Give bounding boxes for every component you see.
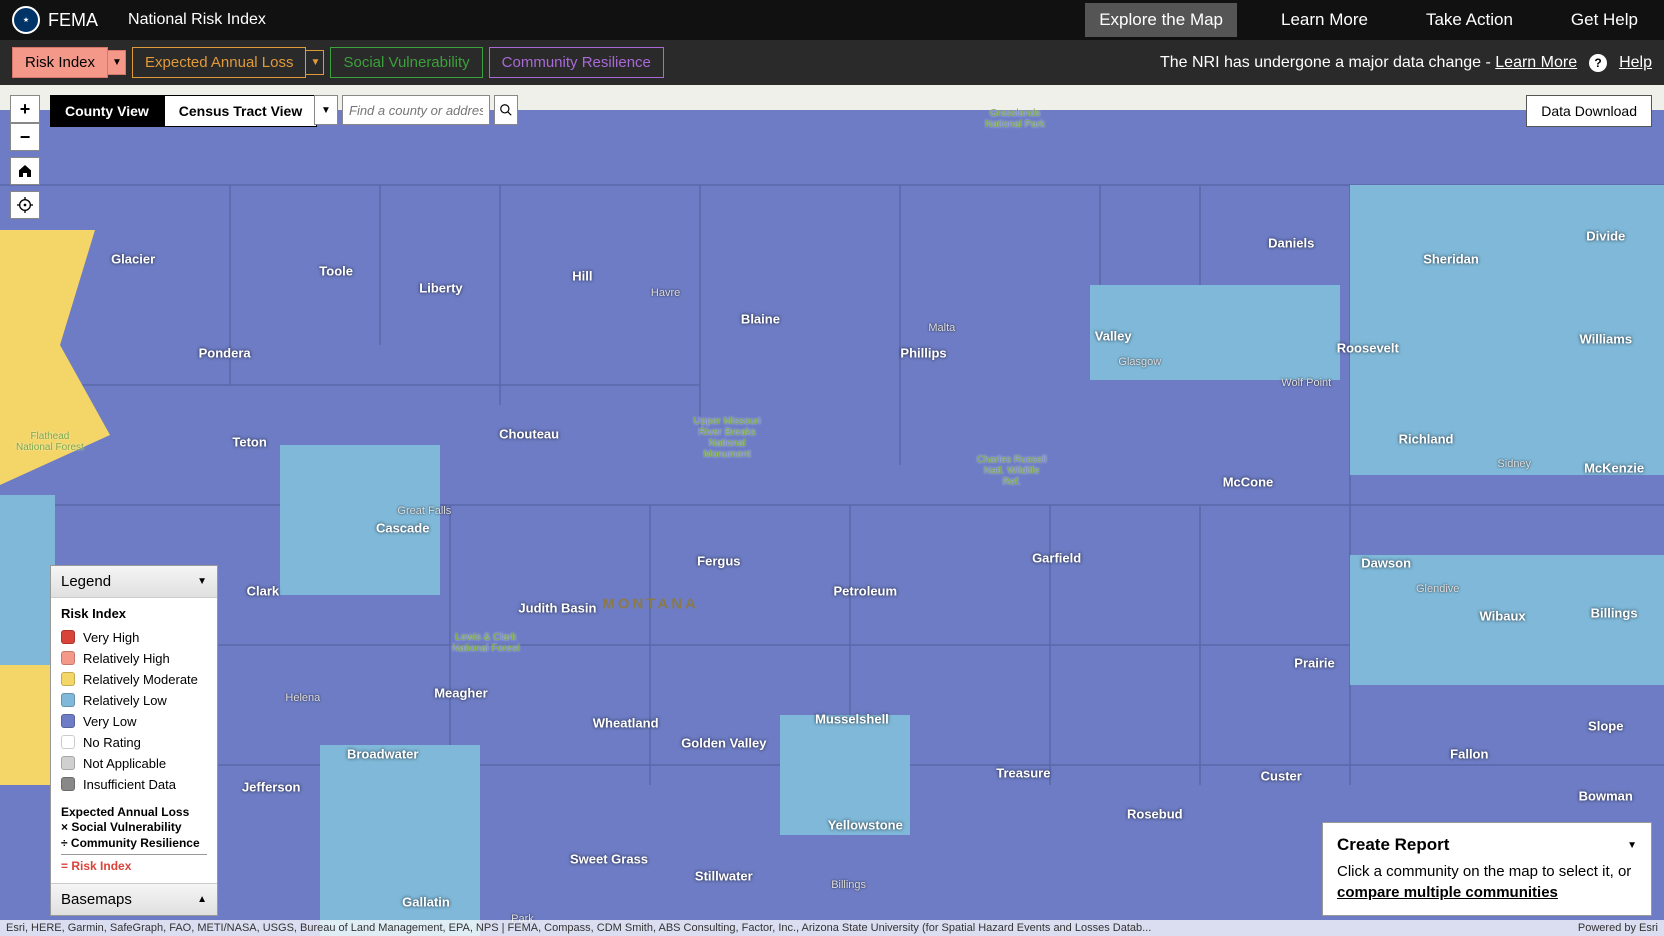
create-report-panel: Create Report ▼ Click a community on the…: [1322, 822, 1652, 916]
fema-logo[interactable]: ★ FEMA: [12, 6, 98, 34]
view-toggle: County View Census Tract View: [50, 95, 317, 127]
chevron-up-icon: ▲: [197, 894, 207, 905]
legend-item-label: Relatively High: [83, 651, 170, 666]
search-group: ▼: [314, 95, 518, 125]
legend-item-label: Very Low: [83, 714, 136, 729]
compare-communities-link[interactable]: compare multiple communities: [1337, 884, 1558, 901]
report-body: Click a community on the map to select i…: [1337, 861, 1637, 903]
help-icon[interactable]: ?: [1589, 54, 1607, 72]
legend-swatch: [61, 651, 75, 665]
legend-panel: Legend ▼ Risk Index Very High Relatively …: [50, 565, 218, 916]
notice-link[interactable]: Learn More: [1495, 54, 1577, 71]
legend-toggle[interactable]: Legend ▼: [51, 566, 217, 598]
search-type-dropdown[interactable]: ▼: [314, 95, 338, 125]
legend-swatch: [61, 714, 75, 728]
legend-title: Legend: [61, 573, 111, 590]
notice-text: The NRI has undergone a major data chang…: [1160, 54, 1577, 72]
legend-swatch: [61, 630, 75, 644]
layer-eal[interactable]: Expected Annual Loss: [132, 47, 306, 78]
legend-formula: Expected Annual Loss × Social Vulnerabil…: [61, 805, 207, 875]
legend-item-label: Very High: [83, 630, 139, 645]
report-title: Create Report: [1337, 835, 1449, 855]
legend-swatch: [61, 756, 75, 770]
chevron-down-icon[interactable]: ▼: [1627, 840, 1637, 851]
data-download-button[interactable]: Data Download: [1526, 95, 1652, 127]
legend-swatch: [61, 672, 75, 686]
census-tract-view-button[interactable]: Census Tract View: [164, 95, 317, 127]
map-choropleth: [0, 85, 1664, 936]
legend-swatch: [61, 693, 75, 707]
legend-swatch: [61, 777, 75, 791]
nav-help[interactable]: Get Help: [1557, 3, 1652, 37]
county-view-button[interactable]: County View: [50, 95, 164, 127]
legend-item: Very Low: [61, 711, 207, 732]
legend-item: Insufficient Data: [61, 774, 207, 795]
legend-item: Relatively Moderate: [61, 669, 207, 690]
locate-button[interactable]: [10, 191, 40, 219]
legend-item-label: Relatively Moderate: [83, 672, 198, 687]
legend-section-title: Risk Index: [61, 606, 207, 621]
legend-item: Very High: [61, 627, 207, 648]
basemaps-label: Basemaps: [61, 891, 132, 908]
subheader: Risk Index ▼ Expected Annual Loss ▼ Soci…: [0, 40, 1664, 85]
search-input[interactable]: [342, 95, 490, 125]
app-title: National Risk Index: [128, 11, 266, 29]
layer-eal-caret[interactable]: ▼: [306, 50, 324, 75]
legend-item-label: No Rating: [83, 735, 141, 750]
legend-item: Not Applicable: [61, 753, 207, 774]
legend-item-label: Relatively Low: [83, 693, 167, 708]
legend-item-label: Insufficient Data: [83, 777, 176, 792]
nav-learn[interactable]: Learn More: [1267, 3, 1382, 37]
layer-community-resilience[interactable]: Community Resilience: [489, 47, 664, 78]
search-button[interactable]: [494, 95, 518, 125]
fema-seal-icon: ★: [12, 6, 40, 34]
legend-item: Relatively Low: [61, 690, 207, 711]
layer-risk-caret[interactable]: ▼: [108, 50, 126, 75]
zoom-in-button[interactable]: +: [10, 95, 40, 123]
main-header: ★ FEMA National Risk Index Explore the M…: [0, 0, 1664, 40]
nav-action[interactable]: Take Action: [1412, 3, 1527, 37]
legend-item: Relatively High: [61, 648, 207, 669]
layer-risk-index[interactable]: Risk Index: [12, 47, 108, 78]
nav-explore[interactable]: Explore the Map: [1085, 3, 1237, 37]
home-extent-button[interactable]: [10, 157, 40, 185]
basemaps-toggle[interactable]: Basemaps ▲: [51, 883, 217, 915]
header-nav: Explore the Map Learn More Take Action G…: [1085, 3, 1652, 37]
legend-item: No Rating: [61, 732, 207, 753]
fema-text: FEMA: [48, 10, 98, 31]
layer-social-vulnerability[interactable]: Social Vulnerability: [330, 47, 482, 78]
help-link[interactable]: Help: [1619, 54, 1652, 72]
legend-item-label: Not Applicable: [83, 756, 166, 771]
attribution-sources: Esri, HERE, Garmin, SafeGraph, FAO, METI…: [6, 922, 1151, 934]
attribution-esri[interactable]: Powered by Esri: [1578, 922, 1658, 934]
zoom-controls: + −: [10, 95, 40, 219]
map-attribution: Esri, HERE, Garmin, SafeGraph, FAO, METI…: [0, 920, 1664, 936]
chevron-down-icon: ▼: [197, 576, 207, 587]
legend-swatch: [61, 735, 75, 749]
zoom-out-button[interactable]: −: [10, 123, 40, 151]
map-container[interactable]: + − County View Census Tract View ▼ Data…: [0, 85, 1664, 936]
subheader-right: The NRI has undergone a major data chang…: [1160, 54, 1652, 72]
